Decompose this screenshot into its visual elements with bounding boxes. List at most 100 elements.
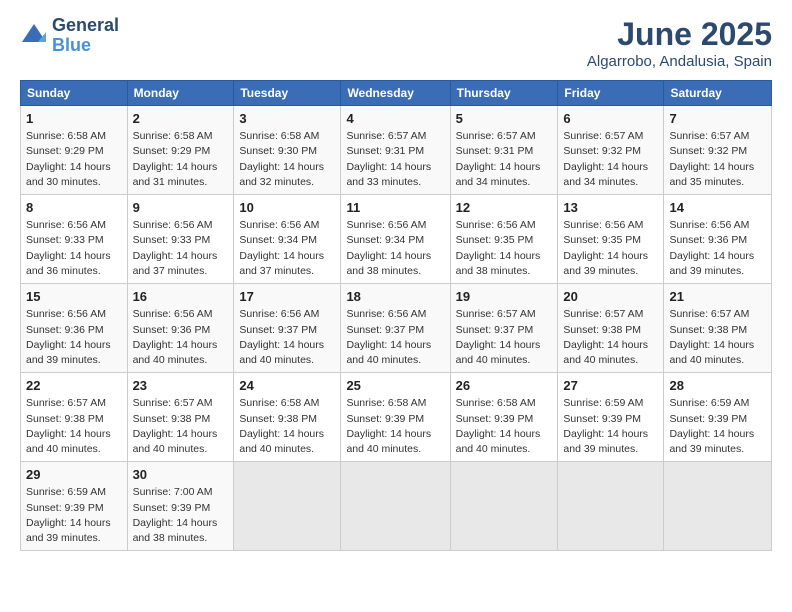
day-info: Sunrise: 6:56 AM Sunset: 9:35 PM Dayligh… bbox=[456, 218, 553, 279]
day-info: Sunrise: 6:57 AM Sunset: 9:32 PM Dayligh… bbox=[563, 129, 658, 190]
calendar-cell: 13Sunrise: 6:56 AM Sunset: 9:35 PM Dayli… bbox=[558, 195, 664, 284]
day-info: Sunrise: 6:58 AM Sunset: 9:29 PM Dayligh… bbox=[133, 129, 229, 190]
day-info: Sunrise: 6:56 AM Sunset: 9:37 PM Dayligh… bbox=[346, 307, 444, 368]
weekday-header: Saturday bbox=[664, 81, 772, 106]
day-info: Sunrise: 6:58 AM Sunset: 9:39 PM Dayligh… bbox=[456, 396, 553, 457]
day-number: 9 bbox=[133, 199, 229, 217]
day-number: 26 bbox=[456, 377, 553, 395]
calendar-cell: 22Sunrise: 6:57 AM Sunset: 9:38 PM Dayli… bbox=[21, 373, 128, 462]
day-number: 20 bbox=[563, 288, 658, 306]
day-info: Sunrise: 6:57 AM Sunset: 9:38 PM Dayligh… bbox=[26, 396, 122, 457]
calendar-cell: 4Sunrise: 6:57 AM Sunset: 9:31 PM Daylig… bbox=[341, 106, 450, 195]
weekday-row: SundayMondayTuesdayWednesdayThursdayFrid… bbox=[21, 81, 772, 106]
logo: General Blue bbox=[20, 16, 119, 56]
weekday-header: Sunday bbox=[21, 81, 128, 106]
day-number: 27 bbox=[563, 377, 658, 395]
day-number: 29 bbox=[26, 466, 122, 484]
calendar-cell: 7Sunrise: 6:57 AM Sunset: 9:32 PM Daylig… bbox=[664, 106, 772, 195]
day-number: 19 bbox=[456, 288, 553, 306]
calendar-cell: 6Sunrise: 6:57 AM Sunset: 9:32 PM Daylig… bbox=[558, 106, 664, 195]
logo-line1: General bbox=[52, 16, 119, 36]
weekday-header: Wednesday bbox=[341, 81, 450, 106]
calendar-body: 1Sunrise: 6:58 AM Sunset: 9:29 PM Daylig… bbox=[21, 106, 772, 551]
calendar-cell: 3Sunrise: 6:58 AM Sunset: 9:30 PM Daylig… bbox=[234, 106, 341, 195]
day-number: 13 bbox=[563, 199, 658, 217]
calendar-cell: 11Sunrise: 6:56 AM Sunset: 9:34 PM Dayli… bbox=[341, 195, 450, 284]
calendar-cell bbox=[341, 462, 450, 551]
day-info: Sunrise: 6:56 AM Sunset: 9:35 PM Dayligh… bbox=[563, 218, 658, 279]
title-block: June 2025 Algarrobo, Andalusia, Spain bbox=[587, 16, 772, 70]
day-info: Sunrise: 6:56 AM Sunset: 9:37 PM Dayligh… bbox=[239, 307, 335, 368]
day-info: Sunrise: 6:56 AM Sunset: 9:34 PM Dayligh… bbox=[239, 218, 335, 279]
month-title: June 2025 bbox=[587, 16, 772, 53]
calendar-cell: 18Sunrise: 6:56 AM Sunset: 9:37 PM Dayli… bbox=[341, 284, 450, 373]
day-number: 7 bbox=[669, 110, 766, 128]
day-info: Sunrise: 6:58 AM Sunset: 9:39 PM Dayligh… bbox=[346, 396, 444, 457]
day-info: Sunrise: 6:56 AM Sunset: 9:36 PM Dayligh… bbox=[133, 307, 229, 368]
day-number: 14 bbox=[669, 199, 766, 217]
day-number: 18 bbox=[346, 288, 444, 306]
day-info: Sunrise: 6:57 AM Sunset: 9:38 PM Dayligh… bbox=[133, 396, 229, 457]
calendar-cell bbox=[234, 462, 341, 551]
day-number: 11 bbox=[346, 199, 444, 217]
day-info: Sunrise: 6:57 AM Sunset: 9:38 PM Dayligh… bbox=[563, 307, 658, 368]
day-number: 24 bbox=[239, 377, 335, 395]
day-info: Sunrise: 6:57 AM Sunset: 9:37 PM Dayligh… bbox=[456, 307, 553, 368]
day-number: 10 bbox=[239, 199, 335, 217]
day-info: Sunrise: 6:59 AM Sunset: 9:39 PM Dayligh… bbox=[563, 396, 658, 457]
day-number: 6 bbox=[563, 110, 658, 128]
day-number: 1 bbox=[26, 110, 122, 128]
calendar-cell: 2Sunrise: 6:58 AM Sunset: 9:29 PM Daylig… bbox=[127, 106, 234, 195]
calendar-cell: 23Sunrise: 6:57 AM Sunset: 9:38 PM Dayli… bbox=[127, 373, 234, 462]
calendar-week-row: 22Sunrise: 6:57 AM Sunset: 9:38 PM Dayli… bbox=[21, 373, 772, 462]
day-info: Sunrise: 6:56 AM Sunset: 9:34 PM Dayligh… bbox=[346, 218, 444, 279]
calendar: SundayMondayTuesdayWednesdayThursdayFrid… bbox=[20, 80, 772, 551]
day-info: Sunrise: 6:58 AM Sunset: 9:29 PM Dayligh… bbox=[26, 129, 122, 190]
day-number: 16 bbox=[133, 288, 229, 306]
calendar-cell: 20Sunrise: 6:57 AM Sunset: 9:38 PM Dayli… bbox=[558, 284, 664, 373]
calendar-cell: 17Sunrise: 6:56 AM Sunset: 9:37 PM Dayli… bbox=[234, 284, 341, 373]
day-info: Sunrise: 6:57 AM Sunset: 9:38 PM Dayligh… bbox=[669, 307, 766, 368]
calendar-cell: 8Sunrise: 6:56 AM Sunset: 9:33 PM Daylig… bbox=[21, 195, 128, 284]
day-number: 3 bbox=[239, 110, 335, 128]
day-info: Sunrise: 6:56 AM Sunset: 9:36 PM Dayligh… bbox=[26, 307, 122, 368]
calendar-week-row: 15Sunrise: 6:56 AM Sunset: 9:36 PM Dayli… bbox=[21, 284, 772, 373]
calendar-week-row: 29Sunrise: 6:59 AM Sunset: 9:39 PM Dayli… bbox=[21, 462, 772, 551]
calendar-cell bbox=[664, 462, 772, 551]
day-number: 15 bbox=[26, 288, 122, 306]
day-number: 12 bbox=[456, 199, 553, 217]
calendar-week-row: 8 Sunrise: 6:56 AM Sunset: 9:33 PM Daylig… bbox=[21, 195, 772, 284]
location-title: Algarrobo, Andalusia, Spain bbox=[587, 53, 772, 70]
calendar-cell: 21Sunrise: 6:57 AM Sunset: 9:38 PM Dayli… bbox=[664, 284, 772, 373]
header: General Blue June 2025 Algarrobo, Andalu… bbox=[20, 16, 772, 70]
logo-line2: Blue bbox=[52, 36, 119, 56]
weekday-header: Friday bbox=[558, 81, 664, 106]
day-number: 8 bbox=[26, 199, 122, 217]
calendar-cell: 30Sunrise: 7:00 AM Sunset: 9:39 PM Dayli… bbox=[127, 462, 234, 551]
day-info: Sunrise: 6:57 AM Sunset: 9:31 PM Dayligh… bbox=[346, 129, 444, 190]
day-number: 4 bbox=[346, 110, 444, 128]
day-info: Sunrise: 6:56 AM Sunset: 9:36 PM Dayligh… bbox=[669, 218, 766, 279]
calendar-week-row: 1Sunrise: 6:58 AM Sunset: 9:29 PM Daylig… bbox=[21, 106, 772, 195]
day-number: 25 bbox=[346, 377, 444, 395]
day-number: 28 bbox=[669, 377, 766, 395]
calendar-cell: 12Sunrise: 6:56 AM Sunset: 9:35 PM Dayli… bbox=[450, 195, 558, 284]
calendar-cell: 29Sunrise: 6:59 AM Sunset: 9:39 PM Dayli… bbox=[21, 462, 128, 551]
day-info: Sunrise: 6:59 AM Sunset: 9:39 PM Dayligh… bbox=[669, 396, 766, 457]
day-info: Sunrise: 6:57 AM Sunset: 9:31 PM Dayligh… bbox=[456, 129, 553, 190]
calendar-cell: 25Sunrise: 6:58 AM Sunset: 9:39 PM Dayli… bbox=[341, 373, 450, 462]
calendar-cell bbox=[450, 462, 558, 551]
calendar-cell: 14Sunrise: 6:56 AM Sunset: 9:36 PM Dayli… bbox=[664, 195, 772, 284]
calendar-cell: 26Sunrise: 6:58 AM Sunset: 9:39 PM Dayli… bbox=[450, 373, 558, 462]
calendar-cell: 19Sunrise: 6:57 AM Sunset: 9:37 PM Dayli… bbox=[450, 284, 558, 373]
calendar-cell: 9Sunrise: 6:56 AM Sunset: 9:33 PM Daylig… bbox=[127, 195, 234, 284]
day-info: Sunrise: 6:59 AM Sunset: 9:39 PM Dayligh… bbox=[26, 485, 122, 546]
day-info: Sunrise: 6:57 AM Sunset: 9:32 PM Dayligh… bbox=[669, 129, 766, 190]
logo-text: General Blue bbox=[52, 16, 119, 56]
day-info: Sunrise: 6:56 AM Sunset: 9:33 PM Dayligh… bbox=[133, 218, 229, 279]
calendar-cell: 5Sunrise: 6:57 AM Sunset: 9:31 PM Daylig… bbox=[450, 106, 558, 195]
weekday-header: Tuesday bbox=[234, 81, 341, 106]
day-number: 5 bbox=[456, 110, 553, 128]
logo-icon bbox=[20, 22, 48, 50]
calendar-cell: 24Sunrise: 6:58 AM Sunset: 9:38 PM Dayli… bbox=[234, 373, 341, 462]
